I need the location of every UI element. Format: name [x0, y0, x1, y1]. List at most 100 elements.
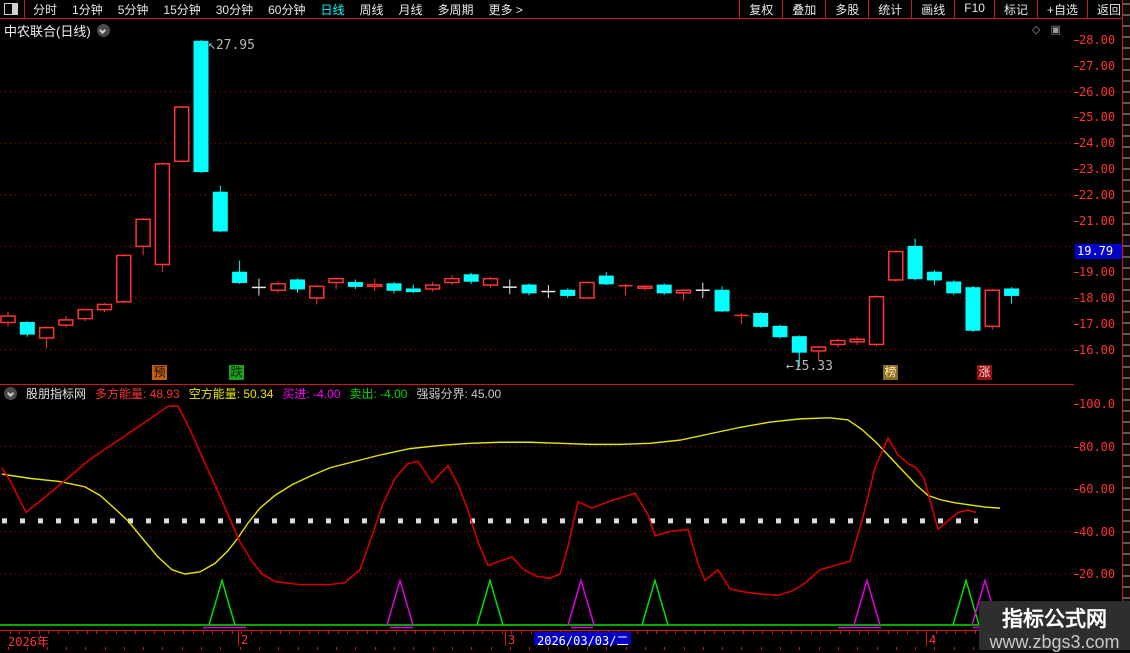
date-tick: [762, 631, 763, 634]
date-tick: [724, 631, 725, 634]
date-tick: [347, 631, 348, 634]
date-tick: [135, 631, 136, 634]
month-separator: [926, 631, 927, 646]
split-screen-icon[interactable]: ▣: [1050, 23, 1060, 36]
date-tick: [425, 631, 426, 634]
date-tick: [463, 631, 464, 634]
date-tick: [289, 631, 290, 634]
chevron-down-icon[interactable]: [97, 24, 110, 37]
date-tick: [454, 631, 455, 634]
date-tick: [203, 631, 204, 634]
date-tick: [251, 631, 252, 634]
menu-item-+自选[interactable]: +自选: [1037, 0, 1087, 18]
date-label-2: 2: [241, 633, 248, 647]
menu-item-30分钟[interactable]: 30分钟: [216, 1, 253, 18]
top-menu-bar: 分时 1分钟 5分钟 15分钟 30分钟 60分钟日线周线月线多周期更多 > 复权叠加多股…: [0, 0, 1130, 19]
date-tick: [145, 631, 146, 634]
menu-item-标记[interactable]: 标记: [994, 0, 1037, 18]
date-tick: [482, 631, 483, 634]
collapse-indicator-icon[interactable]: [4, 387, 17, 400]
stock-title: 中农联合(日线): [4, 21, 91, 40]
indicator-chart[interactable]: [0, 400, 1074, 630]
date-tick: [801, 631, 802, 634]
axis-label-23.00: 23.00: [1079, 162, 1123, 176]
low-price-annotation: ←15.33: [786, 359, 833, 374]
collapsed-side-panel[interactable]: [1122, 0, 1130, 650]
axis-label-26.00: 26.00: [1079, 85, 1123, 99]
window-layout-icon[interactable]: [4, 3, 18, 15]
date-tick: [261, 631, 262, 634]
date-tick: [782, 631, 783, 634]
axis-label-19.00: 19.00: [1079, 265, 1123, 279]
date-tick: [338, 631, 339, 634]
date-tick: [820, 631, 821, 634]
menu-item-1分钟[interactable]: 1分钟: [72, 1, 103, 18]
date-label-3: 3: [508, 633, 515, 647]
date-tick: [492, 631, 493, 634]
diamond-icon[interactable]: ◇: [1032, 23, 1040, 36]
date-tick: [840, 631, 841, 634]
date-tick: [791, 631, 792, 634]
date-tick: [897, 631, 898, 634]
axis-label-28.00: 28.00: [1079, 33, 1123, 47]
menu-item-15分钟[interactable]: 15分钟: [163, 1, 200, 18]
menu-item-更多 >[interactable]: 更多 >: [489, 1, 523, 18]
date-tick: [434, 631, 435, 634]
menu-item-分时[interactable]: 分时: [33, 1, 57, 18]
date-tick: [888, 631, 889, 634]
date-tick: [367, 631, 368, 634]
date-tick: [666, 631, 667, 634]
indicator-name[interactable]: 股朋指标网: [26, 385, 86, 402]
indicator-field: 卖出: -4.00: [349, 385, 407, 402]
date-tick: [280, 631, 281, 634]
axis-label-22.00: 22.00: [1079, 188, 1123, 202]
menu-item-复权[interactable]: 复权: [739, 0, 782, 18]
menu-item-统计[interactable]: 统计: [868, 0, 911, 18]
marker-预: 预: [152, 365, 167, 380]
indicator-field: 强弱分界: 45.00: [416, 385, 501, 402]
date-tick: [878, 631, 879, 634]
date-axis[interactable]: 2026年2342026/03/03/二: [0, 630, 1074, 648]
date-tick: [849, 631, 850, 634]
menu-item-周线[interactable]: 周线: [359, 1, 383, 18]
date-tick: [675, 631, 676, 634]
date-tick: [637, 631, 638, 634]
marker-跌: 跌: [229, 365, 244, 380]
menu-item-画线[interactable]: 画线: [911, 0, 954, 18]
date-tick: [743, 631, 744, 634]
date-tick: [77, 631, 78, 634]
date-tick: [753, 631, 754, 634]
menu-item-60分钟[interactable]: 60分钟: [268, 1, 305, 18]
date-tick: [685, 631, 686, 634]
menu-item-月线[interactable]: 月线: [399, 1, 423, 18]
date-tick: [965, 631, 966, 634]
indicator-header: 股朋指标网 多方能量: 48.93空方能量: 50.34买进: -4.00卖出:…: [0, 384, 1074, 401]
menu-item-日线[interactable]: 日线: [320, 1, 344, 18]
date-tick: [444, 631, 445, 634]
date-tick: [415, 631, 416, 634]
date-tick: [656, 631, 657, 634]
menu-item-5分钟[interactable]: 5分钟: [118, 1, 149, 18]
ind-axis-label-100.0: 100.0: [1079, 397, 1123, 411]
axis-label-16.00: 16.00: [1079, 343, 1123, 357]
date-tick: [318, 631, 319, 634]
date-tick: [946, 631, 947, 634]
menu-item-F10[interactable]: F10: [954, 0, 994, 18]
date-tick: [733, 631, 734, 634]
date-tick: [183, 631, 184, 634]
date-tick: [531, 631, 532, 634]
date-tick: [174, 631, 175, 634]
menu-item-多周期[interactable]: 多周期: [438, 1, 474, 18]
menu-item-叠加[interactable]: 叠加: [782, 0, 825, 18]
date-tick: [357, 631, 358, 634]
menu-item-多股[interactable]: 多股: [825, 0, 868, 18]
axis-label-18.00: 18.00: [1079, 291, 1123, 305]
date-tick: [106, 631, 107, 634]
cursor-date-tag: 2026/03/03/二: [534, 632, 631, 645]
date-tick: [96, 631, 97, 634]
date-tick: [386, 631, 387, 634]
candlestick-chart[interactable]: [0, 18, 1074, 383]
date-tick: [309, 631, 310, 634]
date-tick: [859, 631, 860, 634]
high-price-annotation: ↖27.95: [208, 38, 255, 53]
